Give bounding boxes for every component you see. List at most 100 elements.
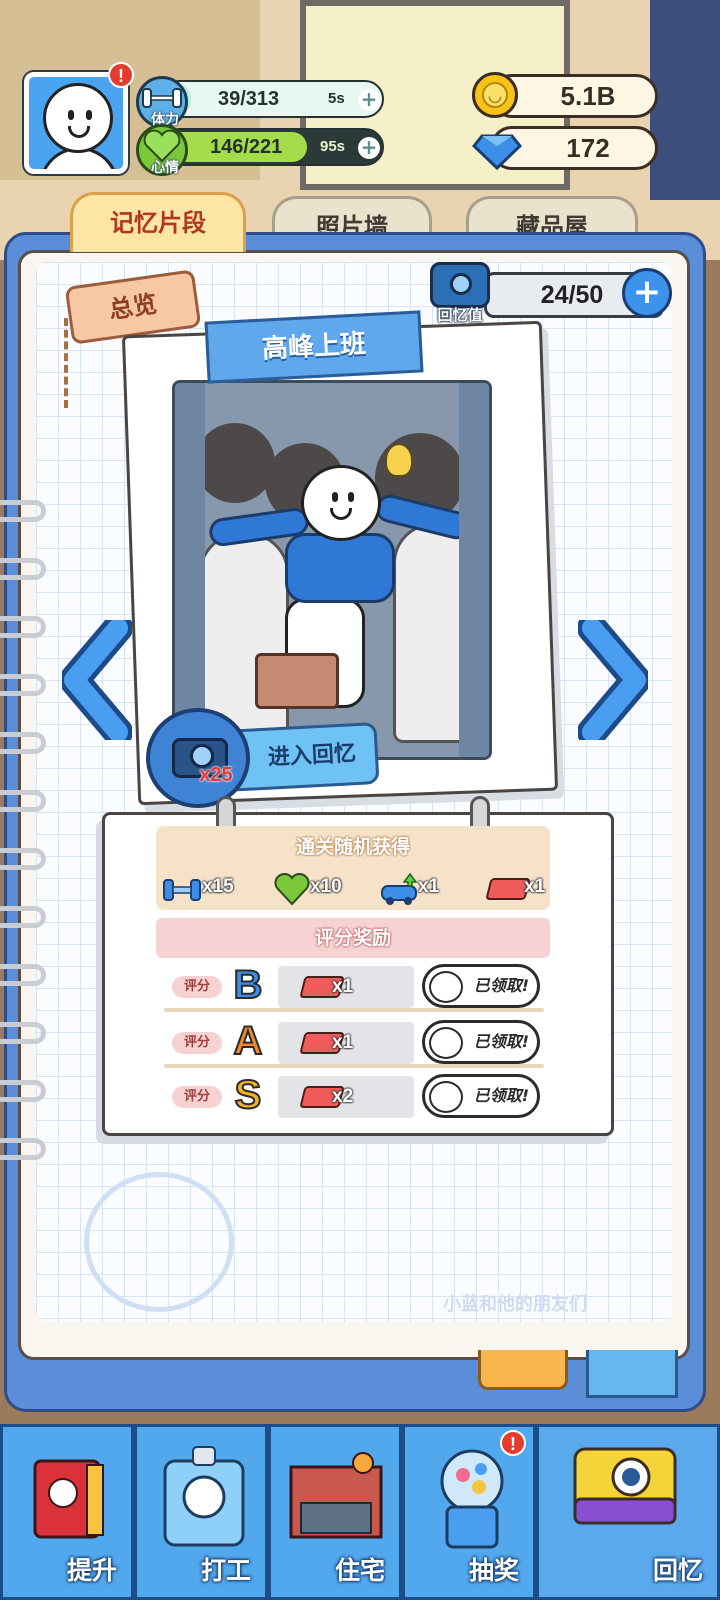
score-reward-qty: x1	[332, 1032, 354, 1053]
car-upgrade-icon	[381, 872, 418, 905]
score-grade: B	[233, 962, 264, 1008]
nav-label: 回忆	[652, 1556, 703, 1585]
dumbbell-icon: 体力	[136, 76, 188, 128]
svg-text:◡: ◡	[488, 88, 502, 105]
heart-icon	[274, 873, 310, 906]
protagonist-shirt	[285, 533, 395, 603]
smiley-face-icon	[429, 1027, 463, 1059]
nav-item-memories[interactable]: 回忆	[536, 1424, 720, 1600]
notebook-ring	[0, 616, 46, 638]
memory-value: 24/50	[540, 281, 604, 309]
smiley-face-icon	[429, 1081, 463, 1113]
score-divider	[164, 1008, 544, 1012]
nav-label: 打工	[200, 1556, 251, 1585]
mood-bar: 146/221 95s +	[160, 128, 384, 166]
score-reward-box: x2	[278, 1076, 414, 1118]
gems-value: 172	[566, 133, 610, 163]
coin-icon: ◡	[472, 72, 518, 118]
memory-photo	[172, 380, 492, 760]
claimed-badge: 已领取!	[422, 1020, 540, 1064]
avatar-face	[43, 83, 113, 153]
memory-value-plus-button[interactable]: +	[622, 268, 672, 318]
crowd-head	[195, 423, 275, 503]
house-icon	[289, 1452, 383, 1539]
clear-reward-item: x1	[378, 868, 468, 910]
clear-reward-item: x15	[160, 868, 250, 910]
next-memory-arrow[interactable]	[577, 613, 651, 747]
bookmark-orange	[478, 1350, 568, 1390]
score-grade: A	[233, 1018, 264, 1064]
id-badge-icon	[163, 1446, 245, 1547]
memory-title: 高峰上班	[204, 310, 424, 384]
avatar-eye	[86, 110, 92, 120]
score-rewards-title: 评分奖励	[156, 918, 550, 958]
notebook-ring	[0, 674, 46, 696]
elevator-door	[459, 383, 489, 757]
dumbbell-icon	[163, 879, 201, 901]
gem-icon	[471, 124, 523, 171]
score-reward-row: 评分 B x1 已领取!	[156, 962, 550, 1012]
clear-reward-item: x10	[272, 868, 362, 910]
nav-item-home[interactable]: 住宅	[268, 1424, 402, 1600]
mood-value: 146/221	[210, 136, 283, 158]
nav-label: 住宅	[334, 1556, 385, 1585]
notebook-ring	[0, 1022, 46, 1044]
clear-rewards-title: 通关随机获得	[156, 826, 550, 868]
claimed-badge: 已领取!	[422, 964, 540, 1008]
nav-label: 提升	[66, 1556, 117, 1585]
enter-memory-camera-icon[interactable]	[146, 708, 250, 808]
gacha-machine-icon	[440, 1449, 504, 1549]
notebook-ring	[0, 1080, 46, 1102]
score-grade: S	[234, 1072, 263, 1118]
camera-lens	[450, 273, 472, 295]
clear-reward-qty: x15	[202, 876, 234, 897]
notebook-ring	[0, 848, 46, 870]
player-avatar[interactable]	[24, 72, 128, 174]
notebook-ring	[0, 732, 46, 754]
stamina-plus-button[interactable]: +	[358, 89, 380, 111]
stamina-value: 39/313	[218, 88, 280, 110]
score-divider	[164, 1064, 544, 1068]
notebook-ring	[0, 964, 46, 986]
clear-reward-item: x1	[484, 868, 548, 910]
nav-label: 抽奖	[468, 1556, 519, 1585]
camera-icon	[573, 1447, 677, 1525]
stamina-bar: 39/313 5s +	[160, 80, 384, 118]
clear-reward-qty: x1	[524, 876, 546, 897]
notebook-ring	[0, 558, 46, 580]
book-icon	[33, 1459, 104, 1539]
shopping-basket	[255, 653, 339, 709]
smiley-face-icon	[429, 971, 463, 1003]
nav-item-upgrade[interactable]: 提升	[0, 1424, 134, 1600]
stamina-timer: 5s	[328, 90, 345, 107]
protagonist-eye	[348, 492, 354, 502]
tab-memory-fragments[interactable]: 记忆片段	[70, 192, 246, 252]
notebook-ring	[0, 790, 46, 812]
coins-value: 5.1B	[560, 81, 616, 111]
claimed-badge: 已领取!	[422, 1074, 540, 1118]
claimed-status: 已领取!	[473, 1032, 529, 1051]
score-tag: 评分	[172, 1032, 222, 1054]
bookmark-blue	[586, 1350, 678, 1398]
notebook-ring	[0, 500, 46, 522]
protagonist-mouth	[330, 508, 352, 520]
claimed-status: 已领取!	[473, 1086, 529, 1105]
claimed-status: 已领取!	[473, 976, 529, 995]
protagonist-eye	[332, 492, 338, 502]
score-reward-box: x1	[278, 1022, 414, 1064]
lightbulb-icon	[385, 443, 413, 477]
notebook-ring	[0, 906, 46, 928]
score-tag: 评分	[172, 976, 222, 998]
mood-label: 心情	[151, 160, 179, 176]
camera-icon	[430, 262, 490, 308]
score-reward-row: 评分 A x1 已领取!	[156, 1018, 550, 1068]
avatar-alert-badge: !	[108, 62, 134, 88]
previous-memory-arrow[interactable]	[59, 613, 133, 747]
protagonist-head	[301, 465, 381, 541]
mood-plus-button[interactable]: +	[358, 137, 380, 159]
score-reward-qty: x2	[332, 1086, 354, 1107]
score-reward-qty: x1	[332, 976, 354, 997]
score-tag: 评分	[172, 1086, 222, 1108]
notebook-ring	[0, 1138, 46, 1160]
nav-item-work[interactable]: 打工	[134, 1424, 268, 1600]
